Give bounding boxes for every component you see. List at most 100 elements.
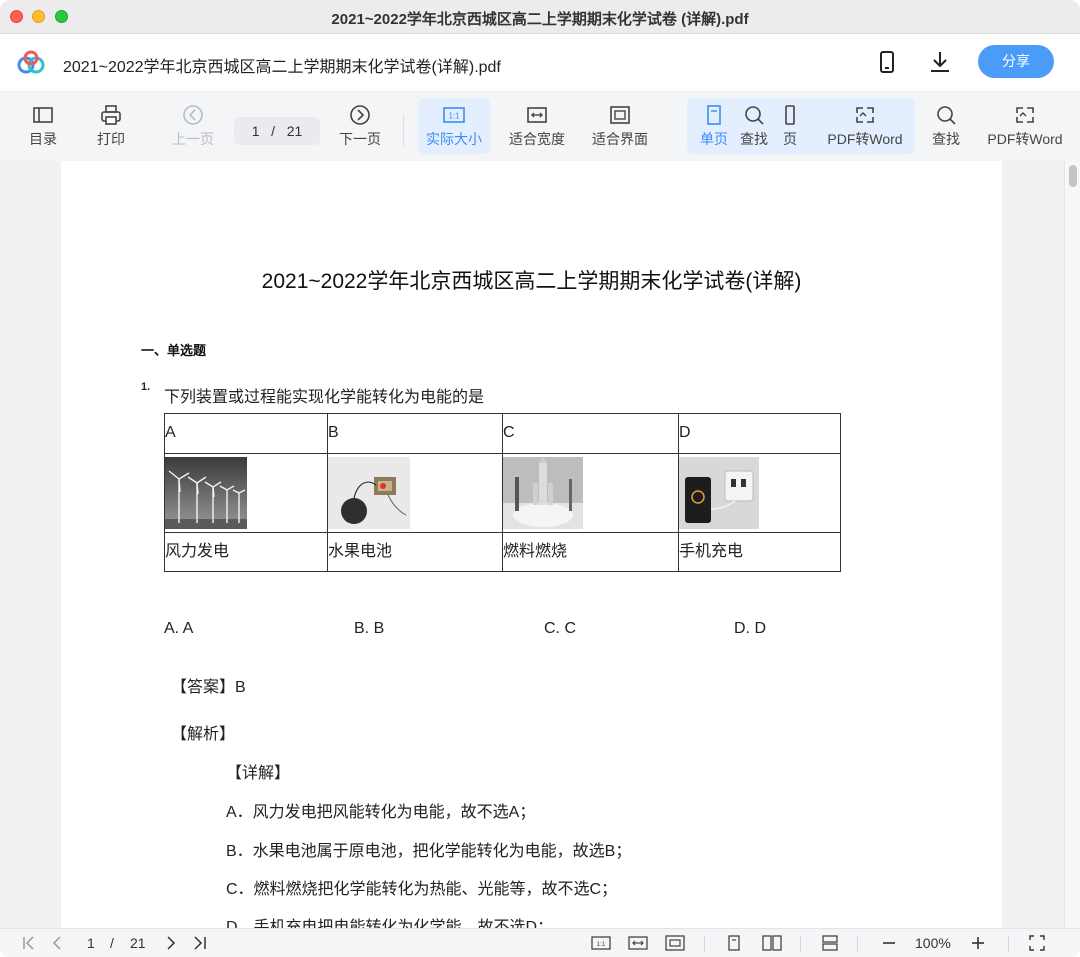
zoom-level: 100% <box>915 935 951 951</box>
table-image-cell <box>164 453 328 533</box>
table-header-a: A <box>164 413 328 454</box>
next-page-label: 下一页 <box>339 131 381 147</box>
table-cell: 燃料燃烧 <box>502 532 679 572</box>
page-current: 1 <box>251 123 260 139</box>
toc-button[interactable]: 目录 <box>18 98 68 154</box>
vertical-scrollbar[interactable] <box>1064 161 1080 928</box>
rocket-launch-image <box>503 457 583 529</box>
fruit-battery-image <box>328 457 410 529</box>
fullscreen-icon[interactable] <box>1028 934 1046 952</box>
prev-circle-icon <box>183 105 203 125</box>
svg-text:1:1: 1:1 <box>596 941 605 948</box>
next-circle-icon <box>350 105 370 125</box>
convert-icon <box>1016 107 1034 123</box>
single-page-button[interactable]: 单页 <box>695 98 733 154</box>
prev-page-button[interactable]: 上一页 <box>166 98 220 154</box>
single-page-icon <box>707 105 721 125</box>
next-page-icon[interactable] <box>162 934 180 952</box>
svg-text:1:1: 1:1 <box>448 112 460 121</box>
continuous-scroll-icon[interactable] <box>821 934 839 952</box>
detail-line: A．风力发电把风能转化为电能，故不选A； <box>226 804 536 821</box>
status-bar: 1 / 21 1:1 100% <box>0 928 1080 957</box>
fit-page-button[interactable]: 适合界面 <box>587 98 653 154</box>
fit-width-icon[interactable] <box>628 934 648 952</box>
status-page-current[interactable]: 1 <box>87 935 95 951</box>
prev-page-icon[interactable] <box>48 934 66 952</box>
table-image-cell <box>502 453 679 533</box>
page-number-field[interactable]: 1 / 21 <box>234 117 320 145</box>
phone-charging-image <box>679 457 759 529</box>
detail-heading: 【详解】 <box>226 765 291 782</box>
fit-width-label: 适合宽度 <box>509 131 565 147</box>
print-button[interactable]: 打印 <box>88 98 134 154</box>
fit-width-button[interactable]: 适合宽度 <box>504 98 570 154</box>
page-icon <box>785 105 795 125</box>
wind-turbines-image <box>165 457 247 529</box>
actual-size-button[interactable]: 1:1 实际大小 <box>418 98 490 154</box>
cloud-logo-icon <box>17 50 45 74</box>
answer-text: 【答案】B <box>171 679 246 696</box>
pdf-to-word-label: PDF转Word <box>987 131 1063 147</box>
page-total: 21 <box>286 123 303 139</box>
two-page-icon[interactable] <box>761 934 783 952</box>
actual-size-label: 实际大小 <box>426 131 482 147</box>
status-page-separator: / <box>110 935 114 951</box>
prev-page-label: 上一页 <box>172 131 214 147</box>
pdf-page: 2021~2022学年北京西城区高二上学期期末化学试卷(详解) 一、单选题 1.… <box>61 161 1002 957</box>
document-name: 2021~2022学年北京西城区高二上学期期末化学试卷(详解).pdf <box>63 59 501 76</box>
section-heading: 一、单选题 <box>141 343 207 358</box>
share-button[interactable]: 分享 <box>978 45 1054 78</box>
table-header-d: D <box>678 413 841 454</box>
print-label: 打印 <box>97 131 125 147</box>
find-button-overlay[interactable]: 查找 <box>736 98 772 154</box>
table-cell: 风力发电 <box>164 532 328 572</box>
status-divider <box>704 936 705 952</box>
zoom-in-icon[interactable] <box>969 934 987 952</box>
toolbar-divider <box>403 115 404 147</box>
page-view-button[interactable]: 页 <box>777 98 803 154</box>
phone-icon[interactable] <box>874 49 900 75</box>
table-row: A B C D <box>164 413 841 454</box>
exam-title: 2021~2022学年北京西城区高二上学期期末化学试卷(详解) <box>261 270 802 293</box>
first-page-icon[interactable] <box>20 934 38 952</box>
search-icon <box>937 106 956 125</box>
pdf-to-word-button-overlay[interactable]: PDF转Word <box>822 98 908 154</box>
table-row: 风力发电 水果电池 燃料燃烧 手机充电 <box>164 532 841 572</box>
find-button[interactable]: 查找 <box>928 98 964 154</box>
table-image-cell <box>678 453 841 533</box>
status-page-total: 21 <box>130 935 146 951</box>
status-divider <box>857 936 858 952</box>
table-header-c: C <box>502 413 679 454</box>
scrollbar-thumb[interactable] <box>1069 165 1077 187</box>
app-window: 2021~2022学年北京西城区高二上学期期末化学试卷 (详解).pdf 202… <box>0 0 1080 957</box>
actual-size-icon: 1:1 <box>443 107 465 123</box>
download-icon[interactable] <box>927 49 953 75</box>
table-header-b: B <box>327 413 503 454</box>
find-label: 查找 <box>932 131 960 147</box>
title-bar: 2021~2022学年北京西城区高二上学期期末化学试卷 (详解).pdf <box>0 0 1080 34</box>
search-icon <box>745 106 764 125</box>
option-c: C. C <box>544 620 576 637</box>
pdf-to-word-label-overlay: PDF转Word <box>827 131 903 147</box>
page-view-label: 页 <box>783 131 797 147</box>
last-page-icon[interactable] <box>191 934 209 952</box>
zoom-out-icon[interactable] <box>880 934 898 952</box>
table-image-cell <box>327 453 503 533</box>
detail-line: B．水果电池属于原电池，把化学能转化为电能，故选B； <box>226 843 632 860</box>
table-cell: 水果电池 <box>327 532 503 572</box>
pdf-to-word-button[interactable]: PDF转Word <box>982 98 1068 154</box>
sidebar-icon <box>33 107 53 123</box>
option-d: D. D <box>734 620 766 637</box>
option-b: B. B <box>354 620 385 637</box>
question-number: 1. <box>141 381 151 393</box>
actual-size-icon[interactable]: 1:1 <box>591 934 611 952</box>
printer-icon <box>101 105 121 125</box>
options-table: A B C D 风力发电 水果电池 燃料燃烧 手机充电 <box>164 413 841 572</box>
find-label-overlay: 查找 <box>740 131 768 147</box>
document-viewport[interactable]: 2021~2022学年北京西城区高二上学期期末化学试卷(详解) 一、单选题 1.… <box>0 161 1080 957</box>
app-header: 2021~2022学年北京西城区高二上学期期末化学试卷(详解).pdf 分享 <box>0 34 1080 92</box>
fit-page-icon <box>610 106 630 124</box>
fit-page-icon[interactable] <box>665 934 685 952</box>
single-page-icon[interactable] <box>725 934 743 952</box>
next-page-button[interactable]: 下一页 <box>334 98 386 154</box>
